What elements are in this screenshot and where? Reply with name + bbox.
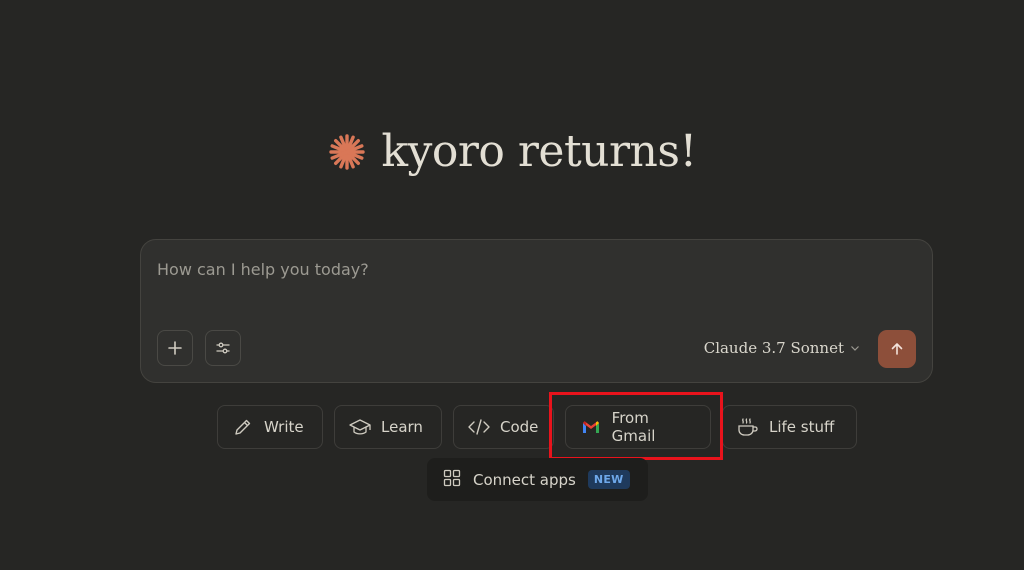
arrow-up-icon — [891, 343, 903, 355]
write-label: Write — [264, 418, 304, 436]
grid-icon — [443, 469, 461, 491]
add-button[interactable] — [157, 330, 193, 366]
tools-button[interactable] — [205, 330, 241, 366]
code-chip[interactable]: Code — [453, 405, 554, 449]
highlight-box — [549, 392, 723, 460]
chevron-down-icon — [851, 346, 859, 351]
chat-composer[interactable]: How can I help you today? Claude 3.7 Son… — [140, 239, 933, 383]
pencil-icon — [232, 416, 254, 438]
graduation-cap-icon — [349, 416, 371, 438]
life-stuff-label: Life stuff — [769, 418, 835, 436]
model-name: Claude 3.7 Sonnet — [703, 339, 844, 357]
model-selector[interactable]: Claude 3.7 Sonnet — [704, 339, 860, 357]
sliders-icon — [216, 342, 230, 354]
connect-apps-label: Connect apps — [473, 470, 576, 489]
life-stuff-chip[interactable]: Life stuff — [722, 405, 857, 449]
main-page: kyoro returns! How can I help you today?… — [0, 0, 1024, 570]
prompt-input[interactable]: How can I help you today? — [157, 260, 369, 279]
send-button[interactable] — [878, 330, 916, 368]
code-icon — [468, 416, 490, 438]
code-label: Code — [500, 418, 539, 436]
claude-asterisk-icon — [329, 133, 366, 170]
connect-apps-button[interactable]: Connect apps NEW — [427, 458, 648, 501]
greeting: kyoro returns! — [0, 126, 1024, 177]
learn-label: Learn — [381, 418, 423, 436]
coffee-cup-icon — [737, 416, 759, 438]
write-chip[interactable]: Write — [217, 405, 323, 449]
learn-chip[interactable]: Learn — [334, 405, 442, 449]
new-badge: NEW — [587, 470, 630, 489]
greeting-title: kyoro returns! — [381, 126, 697, 177]
plus-icon — [168, 341, 182, 355]
